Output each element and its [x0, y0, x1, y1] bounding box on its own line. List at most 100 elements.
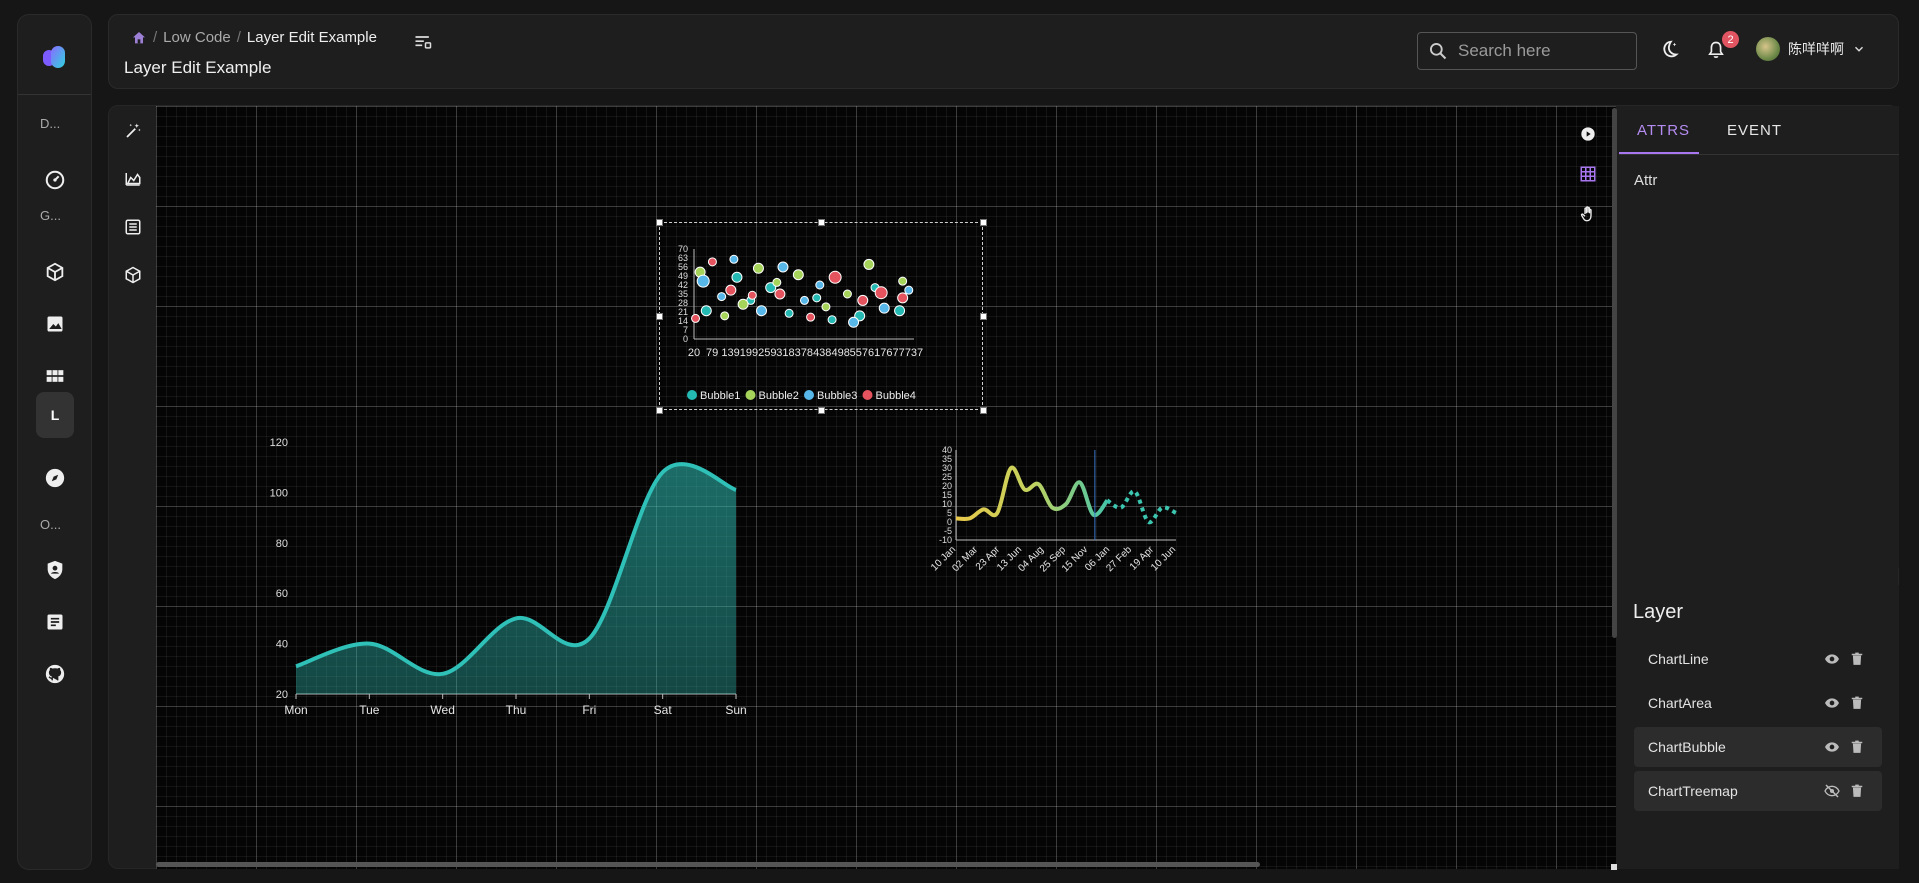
x-tick-label: Tue	[359, 703, 380, 717]
image-icon[interactable]	[36, 305, 74, 343]
resize-handle-e[interactable]	[980, 313, 987, 320]
play-icon[interactable]	[1578, 124, 1598, 144]
grid-apps-icon[interactable]	[36, 357, 74, 395]
legend-swatch	[687, 390, 697, 400]
y-tick-label: 80	[276, 538, 288, 550]
bubble-point	[720, 311, 730, 321]
resize-handle-s[interactable]	[818, 407, 825, 414]
x-tick-label: 318	[776, 347, 794, 359]
trash-icon[interactable]	[1850, 739, 1864, 755]
x-tick-label: 498	[831, 347, 849, 359]
canvas-corner-handle[interactable]	[1611, 864, 1617, 870]
resize-handle-ne[interactable]	[980, 219, 987, 226]
x-tick-label: 27 Feb	[1104, 544, 1134, 574]
eye-icon[interactable]	[1824, 739, 1840, 755]
list-panel-icon[interactable]	[122, 216, 144, 238]
resize-handle-se[interactable]	[980, 407, 987, 414]
layer-item-charttreemap[interactable]: ChartTreemap	[1634, 771, 1882, 811]
bubble-point	[725, 284, 737, 296]
bubble-point	[894, 305, 906, 317]
eye-off-icon[interactable]	[1824, 783, 1840, 799]
resize-handle-w[interactable]	[656, 313, 663, 320]
bubble-point	[717, 292, 727, 302]
tab-attrs[interactable]: ATTRS	[1637, 122, 1690, 139]
bubble-point	[729, 254, 739, 264]
tab-event[interactable]: EVENT	[1727, 122, 1782, 139]
eye-icon[interactable]	[1824, 695, 1840, 711]
dashboard-icon[interactable]	[36, 161, 74, 199]
home-icon[interactable]	[131, 30, 147, 46]
layer-item-chartarea[interactable]: ChartArea	[1634, 683, 1882, 723]
layer-item-chartbubble[interactable]: ChartBubble	[1634, 727, 1882, 767]
bubble-point	[897, 292, 909, 304]
article-icon[interactable]	[36, 603, 74, 641]
bubble-point	[774, 288, 786, 300]
line-chart[interactable]: -10-5051015202530354010 Jan02 Mar23 Apr1…	[926, 440, 1246, 580]
bubble-point	[821, 302, 831, 312]
y-tick-label: 25	[942, 472, 952, 482]
bubble-chart[interactable]: 0714212835424956637020 79 139 199 259 318 378 4…	[662, 224, 982, 408]
bubble-point	[799, 295, 809, 305]
y-tick-label: 15	[942, 490, 952, 500]
cube-icon[interactable]	[36, 253, 74, 291]
breadcrumb: / Low Code / Layer Edit Example	[131, 29, 377, 46]
rail-item-lowcode[interactable]: L	[36, 392, 74, 438]
top-header: / Low Code / Layer Edit Example Layer Ed…	[108, 14, 1899, 89]
shield-user-icon[interactable]	[36, 551, 74, 589]
x-tick-label: 677	[886, 347, 904, 359]
line-series-forecast	[1106, 489, 1177, 525]
x-tick-label: 79	[706, 347, 718, 359]
y-tick-label: 7	[683, 325, 688, 335]
rail-section-dashboard: D...	[40, 116, 61, 131]
trash-icon[interactable]	[1850, 651, 1864, 667]
vertical-scrollbar[interactable]	[1612, 108, 1617, 638]
horizontal-scrollbar[interactable]	[156, 862, 1260, 867]
bubble-point	[700, 305, 712, 317]
menu-fold-icon[interactable]	[413, 32, 433, 52]
user-menu[interactable]: 陈咩咩啊	[1756, 37, 1866, 61]
app-logo[interactable]	[40, 43, 70, 73]
bubble-point	[731, 271, 743, 283]
x-tick-label: 378	[795, 347, 813, 359]
y-tick-label: 0	[947, 517, 952, 527]
compass-icon[interactable]	[36, 459, 74, 497]
resize-handle-nw[interactable]	[656, 219, 663, 226]
eye-icon[interactable]	[1824, 651, 1840, 667]
bubble-point	[696, 274, 710, 288]
x-tick-label: 438	[813, 347, 831, 359]
x-tick-label: 617	[868, 347, 886, 359]
bubble-point	[772, 277, 782, 287]
bubble-point	[756, 305, 768, 317]
bubble-point	[878, 302, 890, 314]
layer-item-chartline[interactable]: ChartLine	[1634, 639, 1882, 679]
area-chart[interactable]: 20 40 60 80 100 120 Mon Tue Wed Thu Fri Sat Sun	[266, 424, 746, 724]
breadcrumb-lowcode[interactable]: Low Code	[163, 29, 231, 46]
y-tick-label: 40	[276, 639, 288, 651]
trash-icon[interactable]	[1850, 695, 1864, 711]
magic-wand-icon[interactable]	[122, 120, 144, 142]
search-box[interactable]	[1417, 32, 1637, 70]
y-tick-label: -10	[939, 535, 952, 545]
resize-handle-sw[interactable]	[656, 407, 663, 414]
x-tick-label: Mon	[284, 703, 307, 717]
y-tick-label: 70	[678, 244, 688, 254]
area-chart-icon[interactable]	[122, 168, 144, 190]
unity-icon[interactable]	[122, 264, 144, 286]
attr-label: Attr	[1634, 172, 1658, 189]
bubble-point	[848, 316, 860, 328]
legend-label: Bubble3	[817, 390, 857, 402]
legend-label: Bubble4	[876, 390, 916, 402]
grid-toggle-icon[interactable]	[1578, 164, 1598, 184]
x-tick-label: 20	[688, 347, 700, 359]
theme-toggle-icon[interactable]	[1658, 39, 1680, 61]
x-tick-label: Fri	[582, 703, 596, 717]
search-input[interactable]	[1458, 41, 1618, 61]
resize-handle-n[interactable]	[818, 219, 825, 226]
design-canvas[interactable]: 20 40 60 80 100 120 Mon Tue Wed Thu Fri Sat Sun 0 7 14…	[156, 106, 1616, 869]
rail-section-general: G...	[40, 208, 61, 223]
trash-icon[interactable]	[1850, 783, 1864, 799]
y-tick-label: 42	[678, 280, 688, 290]
hand-pan-icon[interactable]	[1578, 204, 1598, 224]
x-tick-label: Sun	[725, 703, 746, 717]
github-icon[interactable]	[36, 655, 74, 693]
